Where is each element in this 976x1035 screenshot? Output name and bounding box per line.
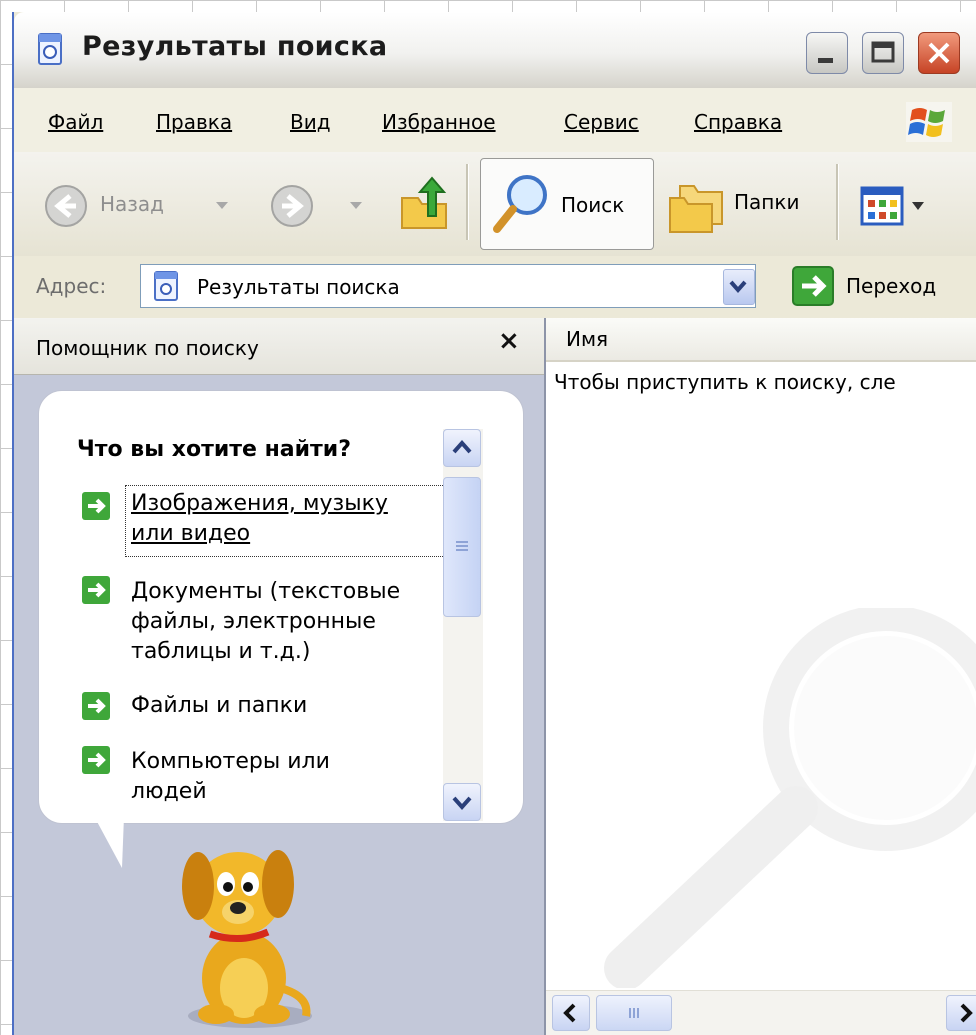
back-arrow-icon[interactable] xyxy=(44,184,88,228)
menu-view[interactable]: Вид xyxy=(290,110,331,134)
folders-icon[interactable] xyxy=(666,178,728,236)
search-results-icon xyxy=(38,33,62,65)
magnifier-watermark-icon xyxy=(604,608,976,988)
views-icon[interactable] xyxy=(860,186,940,230)
back-dropdown-icon[interactable] xyxy=(214,200,230,212)
chevron-up-icon xyxy=(452,439,472,454)
windows-flag-icon xyxy=(906,102,952,142)
address-field[interactable]: Результаты поиска xyxy=(140,264,756,308)
search-pane-title: Помощник по поиску xyxy=(36,336,259,360)
menu-file[interactable]: Файл xyxy=(48,110,103,134)
go-arrow-icon[interactable] xyxy=(792,266,834,306)
maximize-button[interactable] xyxy=(862,32,904,74)
chevron-down-icon xyxy=(452,796,472,811)
column-name-header[interactable]: Имя xyxy=(566,327,608,351)
option-files-folders[interactable]: Файлы и папки xyxy=(131,691,441,721)
search-companion-pane: Помощник по поиску × Что вы хотите найти… xyxy=(14,318,546,1035)
grip-icon xyxy=(629,1008,639,1018)
search-button[interactable]: Поиск xyxy=(480,158,654,250)
horizontal-scrollbar[interactable] xyxy=(546,990,976,1035)
option-files-line1: Файлы и папки xyxy=(131,693,308,718)
close-button[interactable] xyxy=(918,32,960,74)
results-pane: Имя Чтобы приступить к поиску, сле xyxy=(546,318,976,1035)
menu-tools[interactable]: Сервис xyxy=(564,110,639,134)
scroll-up-button[interactable] xyxy=(443,429,481,467)
green-arrow-icon xyxy=(82,576,110,604)
maximize-icon xyxy=(871,41,895,63)
chevron-left-icon xyxy=(563,1003,576,1023)
close-icon xyxy=(928,42,950,64)
toolbar-separator xyxy=(836,164,839,240)
toolbar: Назад Поиск Папки xyxy=(14,152,976,257)
option-media[interactable]: Изображения, музыку или видео xyxy=(131,489,441,549)
menu-help[interactable]: Справка xyxy=(694,110,782,134)
option-documents-line1: Документы (текстовые xyxy=(131,579,401,604)
options-scrollbar[interactable] xyxy=(443,429,483,821)
search-button-label: Поиск xyxy=(561,193,625,217)
toolbar-separator xyxy=(466,164,469,240)
green-arrow-icon xyxy=(82,746,110,774)
option-media-line2: или видео xyxy=(131,521,251,546)
results-hint-text: Чтобы приступить к поиску, сле xyxy=(554,370,896,394)
address-label: Адрес: xyxy=(36,274,107,298)
scroll-right-button[interactable] xyxy=(946,995,976,1031)
up-folder-icon[interactable] xyxy=(398,176,452,232)
minimize-button[interactable] xyxy=(806,32,848,74)
magnifier-icon xyxy=(493,175,547,233)
explorer-window: Результаты поиска Файл Правка Вид Избран… xyxy=(12,12,976,1035)
address-value: Результаты поиска xyxy=(197,275,400,299)
option-computers-line1: Компьютеры или xyxy=(131,749,330,774)
horizontal-scroll-thumb[interactable] xyxy=(596,995,672,1031)
option-documents[interactable]: Документы (текстовые файлы, электронные … xyxy=(131,577,441,667)
speech-bubble: Что вы хотите найти? Изображения, музыку… xyxy=(38,390,524,824)
green-arrow-icon xyxy=(82,692,110,720)
close-pane-icon[interactable]: × xyxy=(498,326,520,356)
green-arrow-icon xyxy=(82,492,110,520)
forward-arrow-icon[interactable] xyxy=(270,184,314,228)
go-button-label[interactable]: Переход xyxy=(846,274,936,298)
chevron-right-icon xyxy=(960,1003,973,1023)
search-dog-icon[interactable] xyxy=(160,838,330,1033)
back-button-label[interactable]: Назад xyxy=(100,192,164,216)
menu-bar: Файл Правка Вид Избранное Сервис Справка xyxy=(14,88,976,153)
scroll-thumb[interactable] xyxy=(443,477,481,617)
option-media-line1: Изображения, музыку xyxy=(131,491,388,516)
window-title: Результаты поиска xyxy=(82,31,388,62)
option-documents-line2: файлы, электронные xyxy=(131,609,376,634)
address-bar: Адрес: Результаты поиска Переход xyxy=(14,256,976,319)
address-dropdown-button[interactable] xyxy=(723,269,755,305)
folders-button-label[interactable]: Папки xyxy=(734,190,799,214)
scroll-down-button[interactable] xyxy=(443,783,481,821)
search-pane-header: Помощник по поиску × xyxy=(14,318,544,375)
grip-icon xyxy=(456,541,468,551)
scroll-left-button[interactable] xyxy=(552,995,590,1031)
search-results-icon xyxy=(154,271,178,301)
speech-bubble-tail xyxy=(94,816,124,868)
menu-favorites[interactable]: Избранное xyxy=(382,110,496,134)
forward-dropdown-icon[interactable] xyxy=(348,200,364,212)
option-computers-people[interactable]: Компьютеры или людей xyxy=(131,747,441,807)
menu-edit[interactable]: Правка xyxy=(156,110,232,134)
option-computers-line2: людей xyxy=(131,779,207,804)
chevron-down-icon xyxy=(729,280,747,294)
minimize-icon xyxy=(818,58,833,63)
search-question: Что вы хотите найти? xyxy=(77,437,351,462)
option-documents-line3: таблицы и т.д.) xyxy=(131,639,311,664)
title-bar[interactable]: Результаты поиска xyxy=(14,12,976,89)
column-header: Имя xyxy=(546,318,976,362)
